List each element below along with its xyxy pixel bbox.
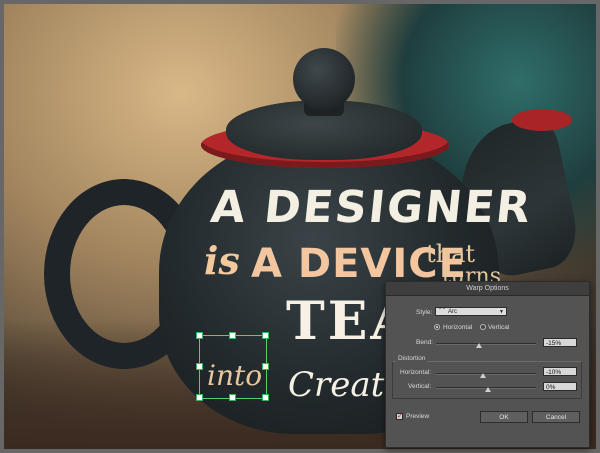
document-canvas: A DESIGNER is A DEVICE that turns TEA in… (0, 0, 600, 453)
dialog-title[interactable]: Warp Options (386, 282, 589, 296)
horizontal-radio[interactable] (434, 324, 440, 330)
style-select[interactable]: ⌒ Arc ▼ (435, 307, 507, 316)
ok-button[interactable]: OK (480, 411, 528, 423)
vertical-distortion-label: Vertical: (408, 383, 432, 390)
cancel-button[interactable]: Cancel (532, 411, 580, 423)
headline-line1[interactable]: A DESIGNER (208, 182, 534, 233)
selection-handle-bl[interactable] (196, 394, 203, 401)
horizontal-distortion-label: Horizontal: (400, 369, 432, 376)
warp-options-dialog: Warp Options Style: ⌒ Arc ▼ Horizontal Ve… (385, 281, 590, 448)
selection-bounding-box[interactable] (199, 335, 267, 399)
bend-slider-thumb[interactable] (476, 343, 482, 348)
arc-warp-icon: ⌒ (439, 309, 446, 315)
vertical-distortion-field[interactable]: 0% (543, 382, 577, 391)
bend-slider-track[interactable] (436, 343, 536, 345)
selection-handle-ml[interactable] (196, 363, 203, 370)
selection-handle-bm[interactable] (229, 394, 236, 401)
teapot-spout-tip (512, 109, 572, 131)
selection-handle-br[interactable] (262, 394, 269, 401)
selection-handle-mr[interactable] (262, 363, 269, 370)
bend-label: Bend: (416, 339, 433, 346)
selection-handle-tm[interactable] (229, 332, 236, 339)
horizontal-distortion-track[interactable] (436, 373, 536, 375)
preview-checkbox[interactable]: ✓ (396, 413, 403, 420)
vertical-distortion-thumb[interactable] (485, 387, 491, 392)
style-select-value: Arc (448, 309, 458, 315)
distortion-label: Distortion (396, 355, 428, 362)
style-label: Style: (416, 309, 433, 316)
bend-field[interactable]: -15% (543, 338, 577, 347)
vertical-radio[interactable] (480, 324, 486, 330)
teapot-knob (293, 48, 355, 110)
headline-that[interactable]: that (426, 242, 475, 266)
horizontal-distortion-thumb[interactable] (480, 373, 486, 378)
preview-label[interactable]: Preview (406, 413, 429, 420)
vertical-radio-label[interactable]: Vertical (488, 324, 509, 331)
horizontal-distortion-field[interactable]: -10% (543, 367, 577, 376)
chevron-down-icon: ▼ (499, 309, 504, 315)
selection-handle-tl[interactable] (196, 332, 203, 339)
selection-handle-tr[interactable] (262, 332, 269, 339)
headline-is[interactable]: is (204, 242, 240, 280)
horizontal-radio-label[interactable]: Horizontal (443, 324, 472, 331)
